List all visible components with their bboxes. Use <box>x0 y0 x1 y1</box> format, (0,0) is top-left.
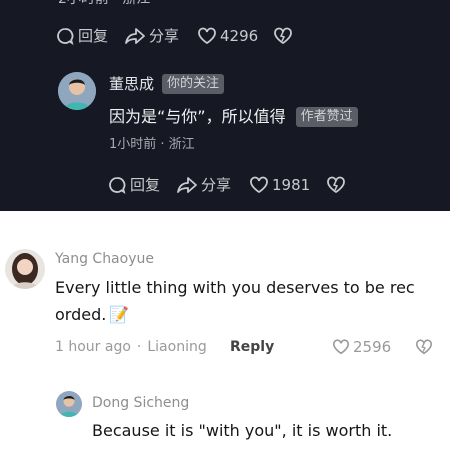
share-icon <box>125 28 145 44</box>
broken-heart-icon <box>327 176 345 194</box>
memo-icon: 📝 <box>109 305 130 324</box>
share-button-2[interactable]: 分享 <box>176 175 231 195</box>
avatar-dong-sicheng[interactable] <box>58 72 96 110</box>
author-liked-badge: 作者赞过 <box>295 107 358 127</box>
reply-link[interactable]: Reply <box>230 337 274 357</box>
like-count: 2596 <box>353 338 392 356</box>
reply-meta: 1小时前 · 浙江 <box>109 137 195 152</box>
dislike-button-3[interactable] <box>415 338 433 356</box>
like-button-3[interactable]: 2596 <box>332 337 391 357</box>
share-button[interactable]: 分享 <box>124 26 179 46</box>
avatar-photo <box>58 72 96 110</box>
avatar-dong-sicheng-en[interactable] <box>56 391 82 417</box>
reply-label: 回复 <box>78 27 109 45</box>
broken-heart-icon <box>274 27 292 45</box>
avatar-photo <box>56 391 82 417</box>
heart-icon <box>198 27 216 45</box>
dislike-button[interactable] <box>273 26 293 46</box>
reply-button-2[interactable]: 回复 <box>107 175 160 195</box>
comment-author[interactable]: Yang Chaoyue <box>55 249 154 269</box>
light-comment-section: Yang Chaoyue Every little thing with you… <box>0 211 450 450</box>
avatar-yang-chaoyue[interactable] <box>5 249 45 289</box>
partial-comment-meta: 2小时前 · 浙江 <box>58 0 178 9</box>
heart-icon <box>332 339 350 355</box>
share-icon <box>177 177 197 193</box>
reply-author-en[interactable]: Dong Sicheng <box>92 393 189 413</box>
following-badge: 你的关注 <box>162 74 225 94</box>
comment-text-line-2: orded. <box>55 305 107 324</box>
like-button-2[interactable]: 1981 <box>249 175 310 195</box>
comment-location: Liaoning <box>147 339 207 355</box>
reply-button[interactable]: 回复 <box>55 26 108 46</box>
reply-label: 回复 <box>130 176 161 194</box>
share-label: 分享 <box>149 27 180 45</box>
avatar-photo <box>5 249 45 289</box>
reply-author[interactable]: 董思成 <box>109 74 154 94</box>
broken-heart-icon <box>415 339 433 355</box>
heart-icon <box>250 176 268 194</box>
comment-text-line-1: Every little thing with you deserves to … <box>55 278 415 297</box>
reply-icon <box>109 177 126 195</box>
comment-time: 1 hour ago <box>55 339 131 355</box>
reply-text: 因为是“与你”，所以值得 <box>109 107 286 126</box>
reply-text-en: Because it is "with you", it is worth it… <box>92 421 393 440</box>
like-count: 1981 <box>272 176 311 194</box>
reply-icon <box>57 28 74 46</box>
like-count: 4296 <box>220 27 259 45</box>
dislike-button-2[interactable] <box>326 175 346 195</box>
dark-comment-section: 2小时前 · 浙江 回复 分享 4296 董思成 你的关注 <box>0 0 450 211</box>
share-label: 分享 <box>201 176 232 194</box>
like-button[interactable]: 4296 <box>197 26 258 46</box>
